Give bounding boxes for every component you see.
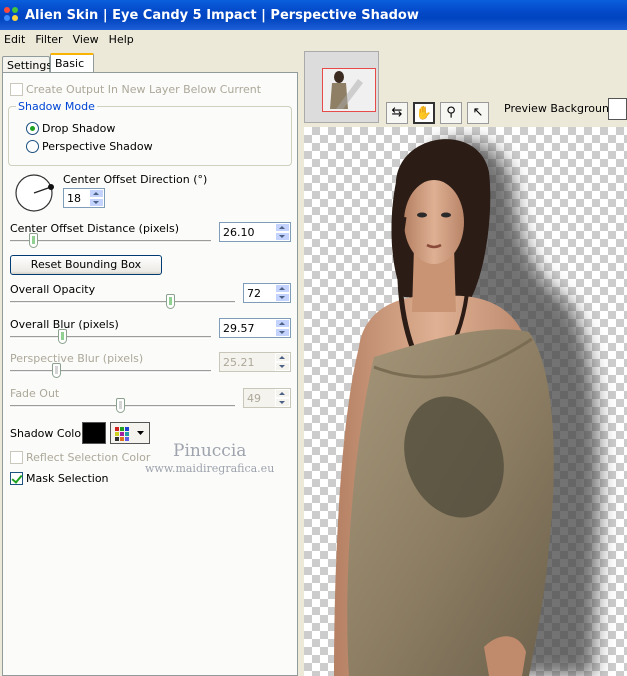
tab-basic[interactable]: Basic <box>50 53 94 74</box>
overall-opacity-track <box>10 301 235 304</box>
overall-opacity-input[interactable]: 72 <box>243 283 291 303</box>
perspective-shadow-radio[interactable] <box>26 140 39 153</box>
title-bar: Alien Skin | Eye Candy 5 Impact | Perspe… <box>0 0 627 30</box>
fade-out-value: 49 <box>247 392 261 405</box>
hand-tool-button[interactable]: ✋ <box>413 102 435 124</box>
fade-out-slider[interactable] <box>115 398 125 413</box>
shadow-mode-group <box>8 106 292 166</box>
preview-background-label: Preview Background: <box>504 102 620 115</box>
overall-blur-input[interactable]: 29.57 <box>219 318 291 338</box>
thumbnail-figure-icon <box>330 71 363 109</box>
overall-opacity-value: 72 <box>247 287 261 300</box>
drop-shadow-radio[interactable] <box>26 122 39 135</box>
reflect-selection-color-checkbox[interactable] <box>10 451 23 464</box>
menu-view[interactable]: View <box>69 33 105 46</box>
menu-bar: Edit Filter View Help <box>0 30 627 48</box>
hand-pan-icon: ✋ <box>415 106 433 121</box>
zoom-icon: ⚲ <box>446 105 456 120</box>
compare-icon: ⇆ <box>391 105 403 120</box>
drop-shadow-label: Drop Shadow <box>42 122 116 135</box>
center-offset-distance-slider[interactable] <box>29 233 39 248</box>
spin-up-icon[interactable] <box>275 353 290 362</box>
spin-up-icon[interactable] <box>275 223 290 232</box>
spin-down-icon[interactable] <box>275 232 290 241</box>
menu-help[interactable]: Help <box>105 33 140 46</box>
preview-image <box>334 139 601 676</box>
overall-blur-track <box>10 336 211 339</box>
shadow-mode-legend: Shadow Mode <box>16 100 97 113</box>
overall-opacity-slider[interactable] <box>165 294 175 309</box>
fade-out-label: Fade Out <box>10 387 60 400</box>
dropdown-arrow-icon <box>137 431 144 435</box>
reset-bounding-box-button[interactable]: Reset Bounding Box <box>10 255 162 275</box>
face-shape <box>404 180 464 264</box>
settings-panel: Settings Basic Create Output In New Laye… <box>0 48 300 676</box>
spin-up-icon[interactable] <box>89 189 104 198</box>
pointer-tool-button[interactable]: ↖ <box>467 102 489 124</box>
perspective-blur-track <box>10 370 211 373</box>
tab-strip: Settings Basic <box>0 52 300 74</box>
center-offset-direction-label: Center Offset Direction (°) <box>63 173 208 186</box>
navigator-viewport[interactable] <box>322 68 376 112</box>
spin-down-icon[interactable] <box>275 293 290 302</box>
shadow-color-label: Shadow Color <box>10 427 86 440</box>
pointer-icon: ↖ <box>472 105 484 120</box>
overall-blur-value: 29.57 <box>223 322 255 335</box>
zoom-tool-button[interactable]: ⚲ <box>440 102 462 124</box>
preview-panel: ⇆ ✋ ⚲ ↖ Preview Background: <box>300 48 627 676</box>
spin-up-icon[interactable] <box>275 284 290 293</box>
perspective-blur-value: 25.21 <box>223 356 255 369</box>
reflect-selection-color-label: Reflect Selection Color <box>26 451 151 464</box>
center-offset-direction-input[interactable]: 18 <box>63 188 105 208</box>
preview-background-dropdown[interactable] <box>608 98 627 120</box>
window-title: Alien Skin | Eye Candy 5 Impact | Perspe… <box>25 7 419 23</box>
overall-opacity-label: Overall Opacity <box>10 283 96 296</box>
color-picker-button[interactable] <box>110 422 150 444</box>
spin-down-icon[interactable] <box>89 198 104 207</box>
menu-filter[interactable]: Filter <box>31 33 68 46</box>
spin-down-icon[interactable] <box>275 398 290 407</box>
center-offset-distance-track <box>10 240 211 243</box>
center-offset-distance-input[interactable]: 26.10 <box>219 222 291 242</box>
color-grid-icon <box>115 427 144 441</box>
spin-down-icon[interactable] <box>275 328 290 337</box>
perspective-blur-slider[interactable] <box>52 363 62 378</box>
center-offset-distance-value: 26.10 <box>223 226 255 239</box>
create-output-label: Create Output In New Layer Below Current <box>26 83 262 96</box>
create-output-checkbox[interactable] <box>10 83 23 96</box>
compare-tool-button[interactable]: ⇆ <box>386 102 408 124</box>
preview-canvas[interactable] <box>304 127 627 676</box>
shadow-color-swatch[interactable] <box>82 422 106 444</box>
app-icon <box>4 7 20 23</box>
direction-dial[interactable] <box>14 173 54 213</box>
spin-down-icon[interactable] <box>275 362 290 371</box>
mask-selection-label: Mask Selection <box>26 472 109 485</box>
perspective-shadow-label: Perspective Shadow <box>42 140 153 153</box>
basic-tab-content: Create Output In New Layer Below Current… <box>2 72 298 676</box>
fade-out-input[interactable]: 49 <box>243 388 291 408</box>
overall-blur-slider[interactable] <box>58 329 67 344</box>
menu-edit[interactable]: Edit <box>0 33 31 46</box>
navigator-thumbnail[interactable] <box>304 51 379 123</box>
spin-up-icon[interactable] <box>275 319 290 328</box>
perspective-blur-label: Perspective Blur (pixels) <box>10 352 144 365</box>
spin-up-icon[interactable] <box>275 389 290 398</box>
mask-selection-checkbox[interactable] <box>10 472 23 485</box>
center-offset-direction-value: 18 <box>67 192 81 205</box>
perspective-blur-input[interactable]: 25.21 <box>219 352 291 372</box>
watermark-name: Pinuccia <box>173 441 247 461</box>
watermark-url: www.maidiregrafica.eu <box>145 462 275 475</box>
